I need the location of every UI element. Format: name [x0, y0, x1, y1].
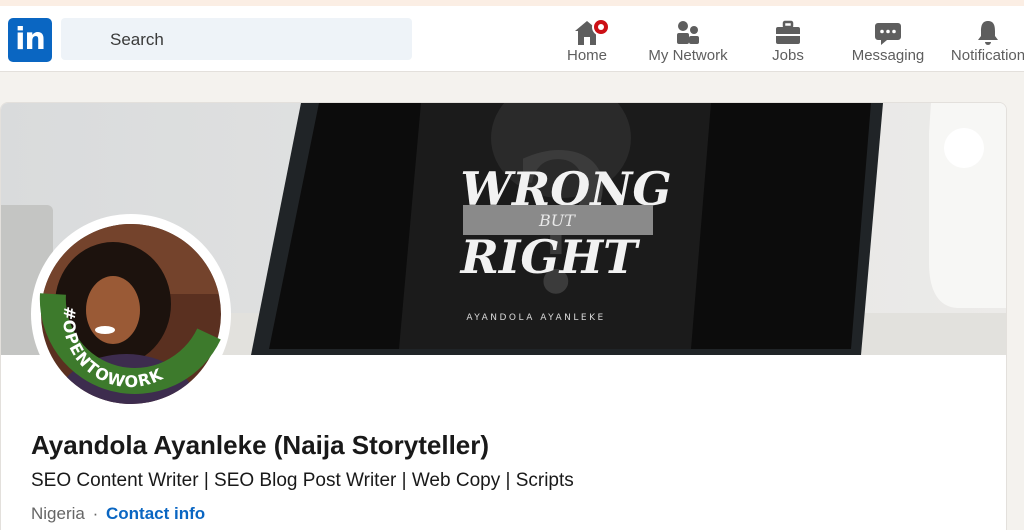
search-input[interactable]: Search: [61, 18, 412, 60]
bell-icon: [978, 21, 998, 45]
cover-author: AYANDOLA AYANLEKE: [466, 313, 605, 323]
chat-icon: [875, 23, 901, 45]
nav-item-jobs[interactable]: Jobs: [738, 14, 838, 70]
nav-item-messaging[interactable]: Messaging: [838, 14, 938, 70]
network-icon: [677, 21, 699, 44]
nav-item-my-network[interactable]: My Network: [638, 14, 738, 70]
location-row: Nigeria · Contact info: [31, 504, 205, 524]
profile-avatar[interactable]: #OPENTOWORK: [31, 214, 231, 414]
nav-label-messaging: Messaging: [851, 47, 925, 64]
nav-label-my-network: My Network: [648, 47, 728, 64]
profile-headline: SEO Content Writer | SEO Blog Post Write…: [31, 470, 574, 491]
profile-location: Nigeria: [31, 504, 85, 523]
briefcase-icon: [776, 20, 800, 44]
location-separator: ·: [92, 504, 99, 523]
search-placeholder: Search: [110, 30, 164, 49]
top-navigation-bar: in Search Home My Network Jobs Messaging…: [0, 6, 1024, 72]
nav-label-jobs: Jobs: [772, 47, 804, 64]
nav-item-notifications[interactable]: Notification: [938, 14, 1024, 70]
nav-item-home[interactable]: Home: [537, 14, 637, 70]
profile-name: Ayandola Ayanleke (Naija Storyteller): [31, 430, 490, 460]
nav-label-notifications: Notification: [950, 47, 1024, 64]
notification-badge: [592, 18, 610, 36]
cover-title-mid: BUT: [538, 211, 576, 230]
cover-title-bottom: RIGHT: [459, 230, 641, 284]
linkedin-logo-icon[interactable]: in: [8, 18, 52, 62]
contact-info-link[interactable]: Contact info: [106, 504, 205, 523]
nav-label-home: Home: [566, 47, 607, 64]
